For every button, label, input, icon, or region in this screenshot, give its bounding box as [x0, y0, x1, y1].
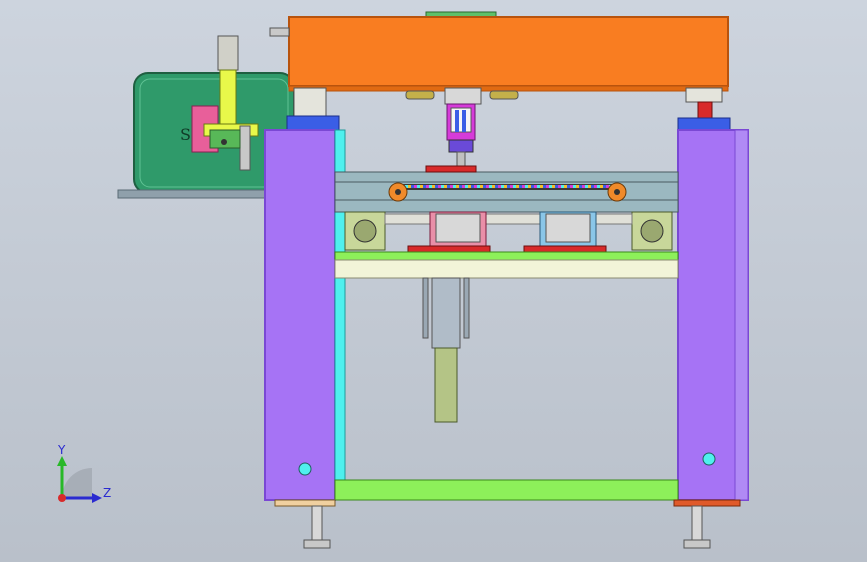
cover-letter: S	[180, 125, 191, 144]
right-foot	[673, 499, 741, 549]
right-column	[677, 129, 749, 501]
pick-head	[446, 103, 476, 167]
drive-section	[344, 211, 673, 253]
coordinate-triad-icon: Y Z	[57, 443, 111, 503]
chain-links	[400, 184, 620, 190]
cad-viewport[interactable]: S Y Z	[0, 0, 867, 562]
right-bracket	[677, 87, 731, 131]
middle-beam	[334, 251, 679, 279]
machine-drawing: S Y Z	[57, 11, 749, 549]
sprocket-icon	[388, 182, 408, 202]
sprocket-icon	[607, 182, 627, 202]
lift-cylinder	[422, 277, 470, 423]
top-beam	[269, 11, 729, 92]
left-bracket	[286, 87, 340, 131]
left-column	[264, 129, 346, 501]
axis-y-label: Y	[57, 443, 66, 457]
conveyor	[334, 165, 679, 213]
axis-z-label: Z	[103, 486, 111, 500]
bottom-beam	[334, 479, 679, 501]
left-foot	[274, 499, 336, 549]
